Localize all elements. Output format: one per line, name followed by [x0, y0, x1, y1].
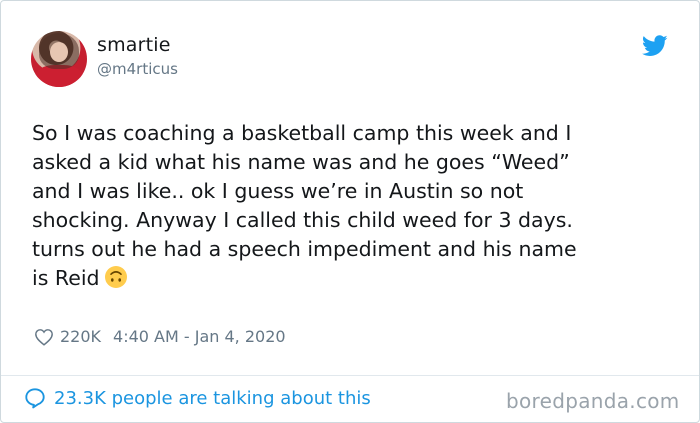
tweet-line: is Reid — [32, 266, 100, 290]
tweet-line: turns out he had a speech impediment and… — [32, 237, 577, 261]
tweet-line: and I was like.. ok I guess we’re in Aus… — [32, 179, 524, 203]
user-handle[interactable]: @m4rticus — [97, 60, 178, 78]
tweet-line: shocking. Anyway I called this child wee… — [32, 208, 573, 232]
speech-bubble-icon — [25, 388, 45, 409]
avatar-face — [50, 42, 68, 62]
tweet-line: asked a kid what his name was and he goe… — [32, 150, 570, 174]
tweet-timestamp[interactable]: 4:40 AM - Jan 4, 2020 — [113, 327, 286, 346]
like-count[interactable]: 220K — [60, 327, 101, 346]
divider — [1, 375, 699, 376]
tweet-text: So I was coaching a basketball camp this… — [32, 119, 682, 293]
tweet-line: So I was coaching a basketball camp this… — [32, 121, 572, 145]
tweet-card: smartie @m4rticus So I was coaching a ba… — [0, 0, 700, 423]
twitter-bird-icon[interactable] — [642, 35, 668, 57]
heart-icon[interactable] — [34, 328, 54, 346]
avatar[interactable] — [31, 31, 87, 87]
talking-count-label: 23.3K people are talking about this — [54, 387, 371, 409]
conversation-link[interactable]: 23.3K people are talking about this — [24, 387, 371, 409]
display-name[interactable]: smartie — [97, 34, 171, 56]
upside-down-face-icon — [104, 266, 127, 288]
tweet-last-line: is Reid — [32, 264, 682, 293]
tweet-meta: 220K 4:40 AM - Jan 4, 2020 — [34, 327, 286, 346]
watermark: boredpanda.com — [506, 389, 680, 413]
